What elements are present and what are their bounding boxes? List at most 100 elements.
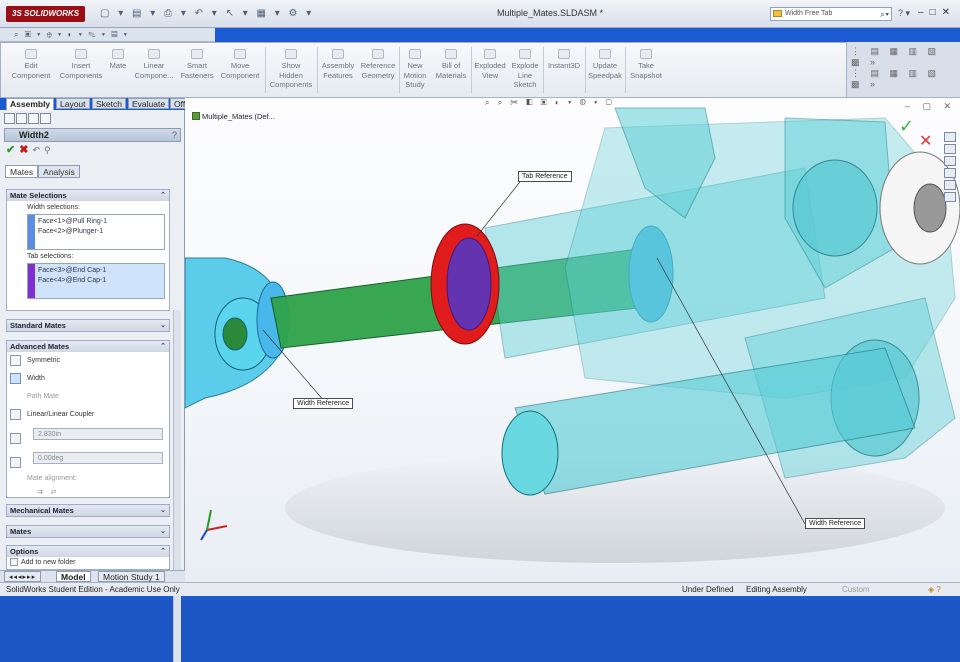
linear-component-pattern-button[interactable]: Linear Compone... xyxy=(132,49,176,80)
close-button[interactable]: ✕ xyxy=(942,7,956,18)
confirm-cancel-icon[interactable]: ✕ xyxy=(919,131,932,150)
feature-tree-icon[interactable] xyxy=(4,113,15,124)
instant3d-button[interactable]: Instant3D xyxy=(544,49,584,71)
collapse-icon[interactable]: ⌃ xyxy=(160,546,166,557)
confirm-ok-icon[interactable]: ✓ xyxy=(899,116,914,137)
width-selections-list[interactable]: Face<1>@Pull Ring-1 Face<2>@Plunger-1 xyxy=(27,214,165,250)
quick-access-toolbar[interactable]: ▢ ▾ ▤ ▾ ⎙ ▾ ↶ ▾ ↖ ▾ ▦ ▾ ⚙ ▾ xyxy=(100,8,314,19)
bill-of-materials-button[interactable]: Bill of Materials xyxy=(432,49,470,80)
resources-tab-icon[interactable] xyxy=(944,132,956,142)
tab-model[interactable]: Model xyxy=(56,571,91,582)
task-pane-tabs[interactable] xyxy=(944,132,958,204)
undo-icon[interactable]: ↶ xyxy=(32,145,40,155)
expand-icon[interactable]: ⌄ xyxy=(160,320,166,331)
graphics-area[interactable]: ✓ ✕ Tab Reference Width Reference Width … xyxy=(185,98,960,582)
right-toolbar[interactable]: ⋮ ▤ ▦ ▥ ▧ ▩ » ⋮ ▤ ▦ ▥ ▧ ▩ » xyxy=(847,42,960,98)
custom-properties-icon[interactable] xyxy=(944,192,956,202)
checkbox-icon[interactable] xyxy=(10,558,18,566)
angle-field[interactable]: 0.00deg xyxy=(33,452,163,464)
expand-icon[interactable]: ⌄ xyxy=(160,505,166,516)
update-speedpak-button[interactable]: Update Speedpak xyxy=(586,49,624,80)
scrollbar[interactable] xyxy=(173,310,181,662)
cancel-icon[interactable]: ✖ xyxy=(19,144,28,156)
tab-selections-list[interactable]: Face<3>@End Cap-1 Face<4>@End Cap-1 xyxy=(27,263,165,299)
manager-tabs[interactable] xyxy=(4,113,52,125)
alignment-buttons[interactable]: ⇉ ⇄ xyxy=(7,486,169,500)
standard-mates-group[interactable]: Standard Mates ⌄ xyxy=(6,319,170,332)
mates-group[interactable]: Mates ⌄ xyxy=(6,525,170,538)
status-custom[interactable]: Custom xyxy=(842,583,870,596)
exploded-view-button[interactable]: Exploded View xyxy=(472,49,508,80)
tab-scroll-arrows[interactable]: ◂◂◂▸▸▸ xyxy=(4,571,42,582)
width-option[interactable]: Width xyxy=(7,370,169,388)
show-hidden-components-button[interactable]: Show Hidden Components xyxy=(267,49,315,90)
solidworks-logo[interactable]: 3S SOLIDWORKS xyxy=(6,6,86,22)
smart-fasteners-button[interactable]: Smart Fasteners xyxy=(177,49,217,80)
path-mate-option[interactable]: Path Mate xyxy=(7,388,169,406)
list-item[interactable]: Face<1>@Pull Ring-1 xyxy=(38,217,164,227)
appearances-icon[interactable] xyxy=(944,180,956,190)
options-header[interactable]: Options ⌃ xyxy=(7,546,169,557)
add-to-folder-option[interactable]: Add to new folder xyxy=(7,557,169,569)
move-component-button[interactable]: Move Component xyxy=(217,49,263,80)
insert-components-icon xyxy=(75,49,87,59)
minimize-button[interactable]: – xyxy=(918,7,930,18)
expand-icon[interactable]: ⌄ xyxy=(160,526,166,537)
list-item[interactable]: Face<4>@End Cap-1 xyxy=(38,276,164,286)
property-manager-icon[interactable] xyxy=(16,113,27,124)
ok-icon[interactable]: ✔ xyxy=(6,144,15,156)
help-icon[interactable]: ? ▾ xyxy=(898,8,910,19)
mechanical-mates-group[interactable]: Mechanical Mates ⌄ xyxy=(6,504,170,517)
dim-expert-icon[interactable] xyxy=(40,113,51,124)
assembly-features-button[interactable]: Assembly Features xyxy=(319,49,357,80)
mate-selections-header[interactable]: Mate Selections ⌃ xyxy=(7,190,169,201)
list-item[interactable]: Face<3>@End Cap-1 xyxy=(38,266,164,276)
search-icon[interactable]: ⌕▾ xyxy=(880,8,889,20)
window-controls[interactable]: –□✕ xyxy=(918,7,956,18)
viewport-window-controls[interactable]: – ▢ ✕ xyxy=(905,101,956,112)
clevis-hole[interactable] xyxy=(222,317,248,351)
assembly-model[interactable]: ✓ ✕ xyxy=(185,98,960,582)
advanced-mates-header[interactable]: Advanced Mates ⌃ xyxy=(7,341,169,352)
tab-mates[interactable]: Mates xyxy=(5,165,39,178)
standard-mates-header[interactable]: Standard Mates ⌄ xyxy=(7,320,169,331)
help-icon[interactable]: ? xyxy=(172,129,177,142)
rebuild-icon[interactable]: ◈ ? xyxy=(928,583,941,596)
mate-button[interactable]: Mate xyxy=(105,49,131,71)
mates-header[interactable]: Mates ⌄ xyxy=(7,526,169,537)
search-box[interactable]: Width Free Tab ⌕▾ xyxy=(770,7,892,21)
tab-assembly[interactable]: Assembly xyxy=(6,98,55,110)
tab-evaluate[interactable]: Evaluate xyxy=(128,98,170,109)
heads-up-view-toolbar[interactable]: ⌕ ⌕ ✂ ◧ ▣ ◐ ▾ ◍ ▾ ▢ xyxy=(485,98,615,108)
search-input[interactable]: Width Free Tab xyxy=(785,10,832,17)
file-explorer-icon[interactable] xyxy=(944,156,956,166)
end-cap-inner-face[interactable] xyxy=(446,237,492,331)
bushing-upper[interactable] xyxy=(792,159,878,257)
tab-analysis[interactable]: Analysis xyxy=(38,165,80,178)
insert-components-button[interactable]: Insert Components xyxy=(57,49,105,80)
design-library-icon[interactable] xyxy=(944,144,956,154)
config-manager-icon[interactable] xyxy=(28,113,39,124)
mechanical-mates-header[interactable]: Mechanical Mates ⌄ xyxy=(7,505,169,516)
symmetric-option[interactable]: Symmetric xyxy=(7,352,169,370)
lower-tube-end[interactable] xyxy=(501,410,559,496)
explode-line-sketch-button[interactable]: Explode Line Sketch xyxy=(508,49,542,90)
view-quick-toolbar[interactable]: ⌕ ▣ ▾ ⊕ ▾ ◐ ▾ ✎ ▾ ▤ ▾ xyxy=(0,28,215,42)
edit-component-button[interactable]: Edit Component xyxy=(7,49,55,80)
collapse-icon[interactable]: ⌃ xyxy=(160,190,166,201)
washer-hole[interactable] xyxy=(913,183,947,233)
distance-field[interactable]: 2.830in xyxy=(33,428,163,440)
view-palette-icon[interactable] xyxy=(944,168,956,178)
new-motion-study-button[interactable]: New Motion Study xyxy=(400,49,430,90)
tab-sketch[interactable]: Sketch xyxy=(92,98,126,109)
reference-geometry-button[interactable]: Reference Geometry xyxy=(358,49,398,80)
pin-icon[interactable]: ⚲ xyxy=(44,145,51,155)
tab-layout[interactable]: Layout xyxy=(56,98,90,109)
take-snapshot-button[interactable]: Take Snapshot xyxy=(626,49,666,80)
list-item[interactable]: Face<2>@Plunger-1 xyxy=(38,227,164,237)
collapse-icon[interactable]: ⌃ xyxy=(160,341,166,352)
linear-coupler-option[interactable]: Linear/Linear Coupler xyxy=(7,406,169,424)
flyout-tree[interactable]: Multiple_Mates (Def... xyxy=(192,112,275,121)
tab-motion-study[interactable]: Motion Study 1 xyxy=(98,571,165,582)
maximize-button[interactable]: □ xyxy=(930,7,942,18)
